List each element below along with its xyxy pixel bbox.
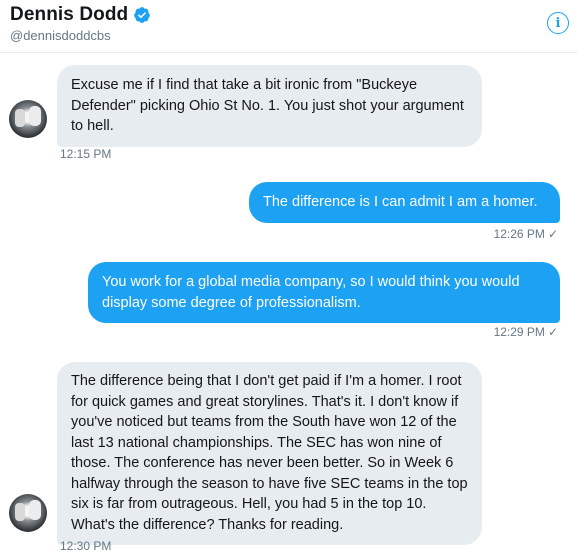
avatar[interactable] [9,100,47,138]
message-timestamp: 12:15 PM [60,147,112,161]
message-bubble-sent: The difference is I can admit I am a hom… [249,182,560,223]
message-timestamp-row: 12:26 PM ✓ [440,227,558,241]
message-timestamp: 12:26 PM [493,227,545,241]
sent-check-icon: ✓ [547,227,558,241]
name-row: Dennis Dodd [10,4,151,26]
conversation-header: Dennis Dodd @dennisdoddcbs i [0,0,577,53]
message-timestamp-row: 12:29 PM ✓ [440,325,558,339]
message-bubble-received: Excuse me if I find that take a bit iron… [57,65,482,147]
avatar[interactable] [9,494,47,532]
contact-handle: @dennisdoddcbs [10,28,111,43]
sent-check-icon: ✓ [547,325,558,339]
message-bubble-received: The difference being that I don't get pa… [57,362,482,545]
message-timestamp: 12:29 PM [493,325,545,339]
message-bubble-sent: You work for a global media company, so … [88,262,560,323]
contact-name[interactable]: Dennis Dodd [10,4,128,26]
info-icon[interactable]: i [547,12,569,34]
message-timestamp: 12:30 PM [60,539,112,553]
verified-badge-icon [133,6,151,24]
